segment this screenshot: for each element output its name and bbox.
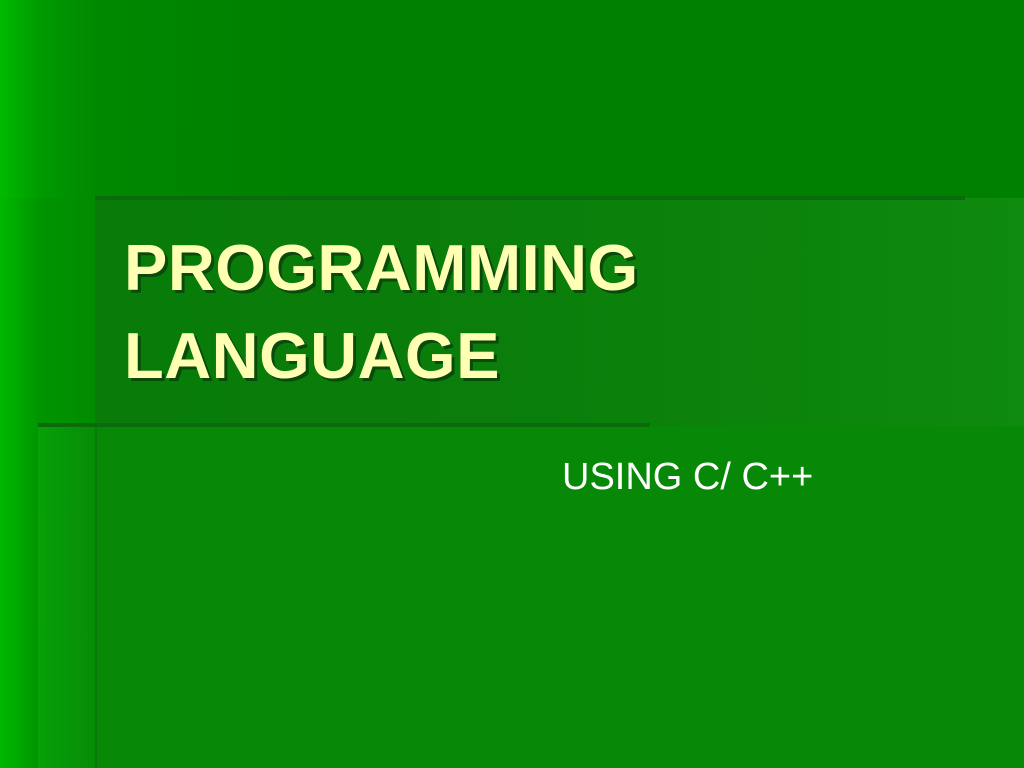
slide-title: PROGRAMMING LANGUAGE [124, 224, 639, 400]
content-panel [95, 426, 1024, 768]
slide-subtitle: USING C/ C++ [562, 456, 814, 498]
top-band [0, 0, 1024, 198]
lower-left-strip [38, 426, 95, 768]
slide-title-line-2: LANGUAGE [124, 319, 500, 392]
top-rule [95, 196, 965, 200]
slide: PROGRAMMING LANGUAGE USING C/ C++ [0, 0, 1024, 768]
panel-edge [95, 198, 97, 768]
middle-rule [38, 423, 650, 427]
slide-title-line-1: PROGRAMMING [124, 231, 639, 304]
